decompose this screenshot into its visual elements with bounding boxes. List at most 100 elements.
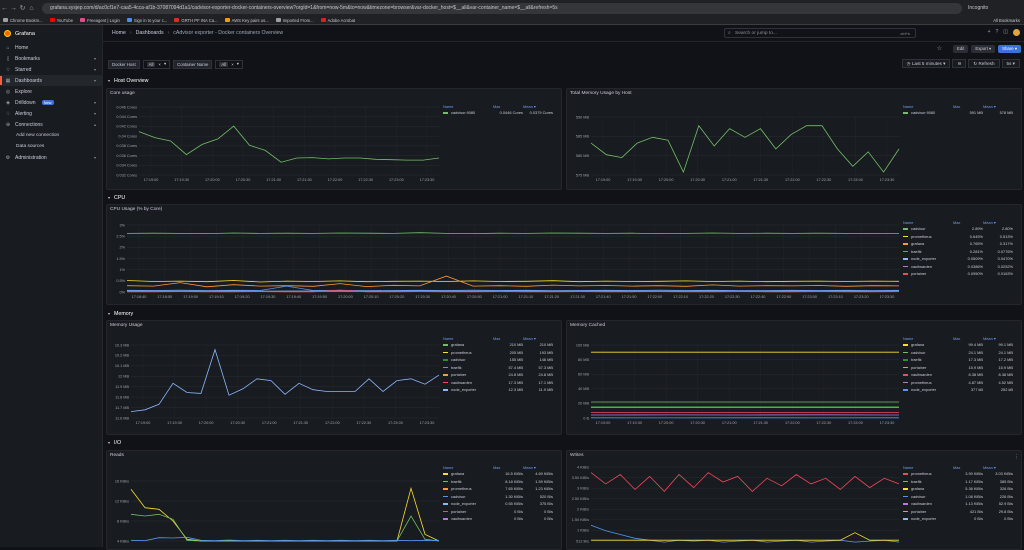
legend-row[interactable]: prometheus3.90 KiB/s3.03 KiB/s — [903, 470, 1013, 478]
search-input[interactable]: ⌕ Search or jump to... ctrl+k — [724, 28, 916, 38]
legend-row[interactable]: portainer421 B/s29.8 B/s — [903, 508, 1013, 516]
legend-header-max[interactable]: Max — [493, 104, 523, 109]
incognito-indicator[interactable]: Incognito — [968, 5, 988, 11]
legend-header-mean[interactable]: Mean ▾ — [983, 220, 1013, 225]
bookmark-item[interactable]: Chrome Bookm... — [3, 18, 43, 23]
legend-row[interactable]: prometheus205 MB193 MB — [443, 349, 553, 357]
row-memory[interactable]: ▾Memory — [108, 308, 133, 319]
legend-row[interactable]: vaultwarden1.13 KiB/s52.9 B/s — [903, 500, 1013, 508]
home-icon[interactable]: ⌂ — [27, 5, 36, 12]
bookmark-item[interactable]: Freeagent | Login — [80, 18, 120, 23]
avatar[interactable] — [1013, 29, 1020, 36]
legend-row[interactable]: node_exporter0 B/s0 B/s — [903, 515, 1013, 523]
legend-header-name[interactable]: Name — [903, 465, 953, 470]
breadcrumb-dashboards[interactable]: Dashboards — [136, 30, 164, 36]
legend-row[interactable]: grafana16.5 KiB/s4.69 KiB/s — [443, 470, 553, 478]
legend-row[interactable]: node_exporter377 kB252 kB — [903, 386, 1013, 394]
forward-icon[interactable]: → — [9, 5, 18, 12]
legend-row[interactable]: cadvisor1.30 KiB/s520 B/s — [443, 493, 553, 501]
brand[interactable]: Grafana — [0, 25, 102, 42]
sidebar-item-home[interactable]: ⌂Home — [0, 42, 102, 53]
row-cpu[interactable]: ▾CPU — [108, 192, 125, 203]
time-range-picker[interactable]: ◷ Last 5 minutes ▾ — [902, 59, 951, 68]
legend-row[interactable]: portainer0 B/s0 B/s — [443, 508, 553, 516]
legend-row[interactable]: prometheus0.645%0.513% — [903, 233, 1013, 241]
sidebar-subitem[interactable]: Data sources — [0, 141, 102, 152]
bookmark-item[interactable]: YouTube — [50, 18, 73, 23]
legend-header-name[interactable]: Name — [443, 336, 493, 341]
panel-total-memory[interactable]: Total Memory Usage by Host590 MB585 MB58… — [566, 88, 1022, 190]
breadcrumb-home[interactable]: Home — [112, 30, 126, 36]
legend-header-name[interactable]: Name — [903, 220, 953, 225]
legend-row[interactable]: prometheus7.65 KiB/s1.23 KiB/s — [443, 485, 553, 493]
sidebar-item-explore[interactable]: ◎Explore — [0, 86, 102, 97]
clear-icon[interactable]: × — [158, 62, 161, 67]
share-button[interactable]: Share ▾ — [998, 45, 1021, 53]
legend-header-mean[interactable]: Mean ▾ — [983, 104, 1013, 109]
legend-row[interactable]: cadvisor:9080591 MB578 MB — [903, 109, 1013, 117]
sidebar-item-administration[interactable]: ⚙Administration▾ — [0, 152, 102, 163]
legend-row[interactable]: vaultwarden8.38 MB8.38 MB — [903, 371, 1013, 379]
legend-row[interactable]: grafana0.765%0.317% — [903, 240, 1013, 248]
panel-memory-usage[interactable]: Memory Usage10.3 MB10.2 MB10.1 MB12 MB11… — [106, 320, 562, 435]
legend-row[interactable]: cadvisor1.08 KiB/s226 B/s — [903, 493, 1013, 501]
legend-row[interactable]: vaultwarden17.3 MB17.1 MB — [443, 379, 553, 387]
panel-reads[interactable]: Reads16 KiB/s12 KiB/s8 KiB/s4 KiB/sNameM… — [106, 450, 562, 550]
bookmark-item[interactable]: GRTH PF INA Ca... — [174, 18, 217, 23]
legend-row[interactable]: vaultwarden0 B/s0 B/s — [443, 515, 553, 523]
chevron-icon[interactable]: ▾ — [94, 56, 96, 61]
legend-header-max[interactable]: Max — [493, 336, 523, 341]
legend-row[interactable]: node_exporter12.3 MB11.9 MB — [443, 386, 553, 394]
refresh-interval-picker[interactable]: 5s ▾ — [1002, 59, 1020, 68]
container-name-select[interactable]: All×▾ — [215, 60, 242, 69]
legend-row[interactable]: traefik17.3 MB17.2 MB — [903, 356, 1013, 364]
legend-row[interactable]: traefik1.17 KiB/s385 B/s — [903, 478, 1013, 486]
legend-row[interactable]: portainer24.8 MB24.8 MB — [443, 371, 553, 379]
bookmark-item[interactable]: AWS Key pairs us... — [225, 18, 269, 23]
sidebar-item-starred[interactable]: ☆Starred▾ — [0, 64, 102, 75]
legend-row[interactable]: traefik0.281%0.0776% — [903, 248, 1013, 256]
all-bookmarks-button[interactable]: All Bookmarks — [993, 18, 1020, 23]
legend-header-max[interactable]: Max — [493, 465, 523, 470]
edit-button[interactable]: Edit — [953, 45, 968, 53]
help-icon[interactable]: ? — [995, 29, 998, 36]
chevron-icon[interactable]: ▾ — [94, 100, 96, 105]
sidebar-item-bookmarks[interactable]: ▯Bookmarks▾ — [0, 53, 102, 64]
bookmark-item[interactable]: Adobe Acrobat — [321, 18, 355, 23]
panel-cpu-usage[interactable]: CPU Usage (% by Core)3%2.5%2%1.5%1%0.5%0… — [106, 204, 1022, 305]
address-bar[interactable]: grafana.sysjep.com/d/ac0cf1e7-caa5-4cca-… — [42, 3, 962, 14]
legend-header-name[interactable]: Name — [443, 465, 493, 470]
legend-header-max[interactable]: Max — [953, 104, 983, 109]
legend-row[interactable]: cadvisor24.1 MB24.1 MB — [903, 349, 1013, 357]
legend-header-max[interactable]: Max — [953, 336, 983, 341]
sidebar-subitem[interactable]: Add new connection — [0, 130, 102, 141]
legend-header-mean[interactable]: Mean ▾ — [523, 336, 553, 341]
plus-icon[interactable]: + — [988, 29, 991, 36]
legend-row[interactable]: vaultwarden0.0386%0.0252% — [903, 263, 1013, 271]
legend-header-max[interactable]: Max — [953, 220, 983, 225]
docker-host-select[interactable]: All×▾ — [143, 60, 170, 69]
legend-row[interactable]: traefik57.4 MB57.3 MB — [443, 364, 553, 372]
legend-row[interactable]: grafana5.36 KiB/s326 B/s — [903, 485, 1013, 493]
legend-row[interactable]: node_exporter0.0509%0.0470% — [903, 255, 1013, 263]
legend-row[interactable]: prometheus4.87 MB4.52 MB — [903, 379, 1013, 387]
legend-header-mean[interactable]: Mean ▾ — [523, 465, 553, 470]
panel-core-usage[interactable]: Core usage0.046 Cores0.044 Cores0.042 Co… — [106, 88, 562, 190]
panel-writes[interactable]: Writes⋮4 KiB/s3.50 KiB/s3 KiB/s2.50 KiB/… — [566, 450, 1022, 550]
legend-row[interactable]: traefik8.18 KiB/s1.59 KiB/s — [443, 478, 553, 486]
panel-memory-cached[interactable]: Memory Cached100 MB80 MB60 MB40 MB20 MB0… — [566, 320, 1022, 435]
sidebar-item-alerting[interactable]: ♢Alerting▾ — [0, 108, 102, 119]
clear-icon[interactable]: × — [231, 62, 234, 67]
refresh-button[interactable]: ↻ Refresh — [968, 59, 999, 68]
back-icon[interactable]: ← — [0, 5, 9, 12]
legend-row[interactable]: portainer15.9 MB15.9 MB — [903, 364, 1013, 372]
legend-row[interactable]: grafana99.4 MB99.1 MB — [903, 341, 1013, 349]
legend-header-max[interactable]: Max — [953, 465, 983, 470]
legend-header-mean[interactable]: Mean ▾ — [983, 336, 1013, 341]
sidebar-item-dashboards[interactable]: ▦Dashboards▾ — [0, 75, 102, 86]
chevron-icon[interactable]: ▾ — [94, 67, 96, 72]
legend-header-name[interactable]: Name — [443, 104, 493, 109]
legend-header-name[interactable]: Name — [903, 336, 953, 341]
sidebar-item-drilldown[interactable]: ◈DrilldownNew▾ — [0, 97, 102, 108]
sidebar-item-connections[interactable]: ⊕Connections▴ — [0, 119, 102, 130]
